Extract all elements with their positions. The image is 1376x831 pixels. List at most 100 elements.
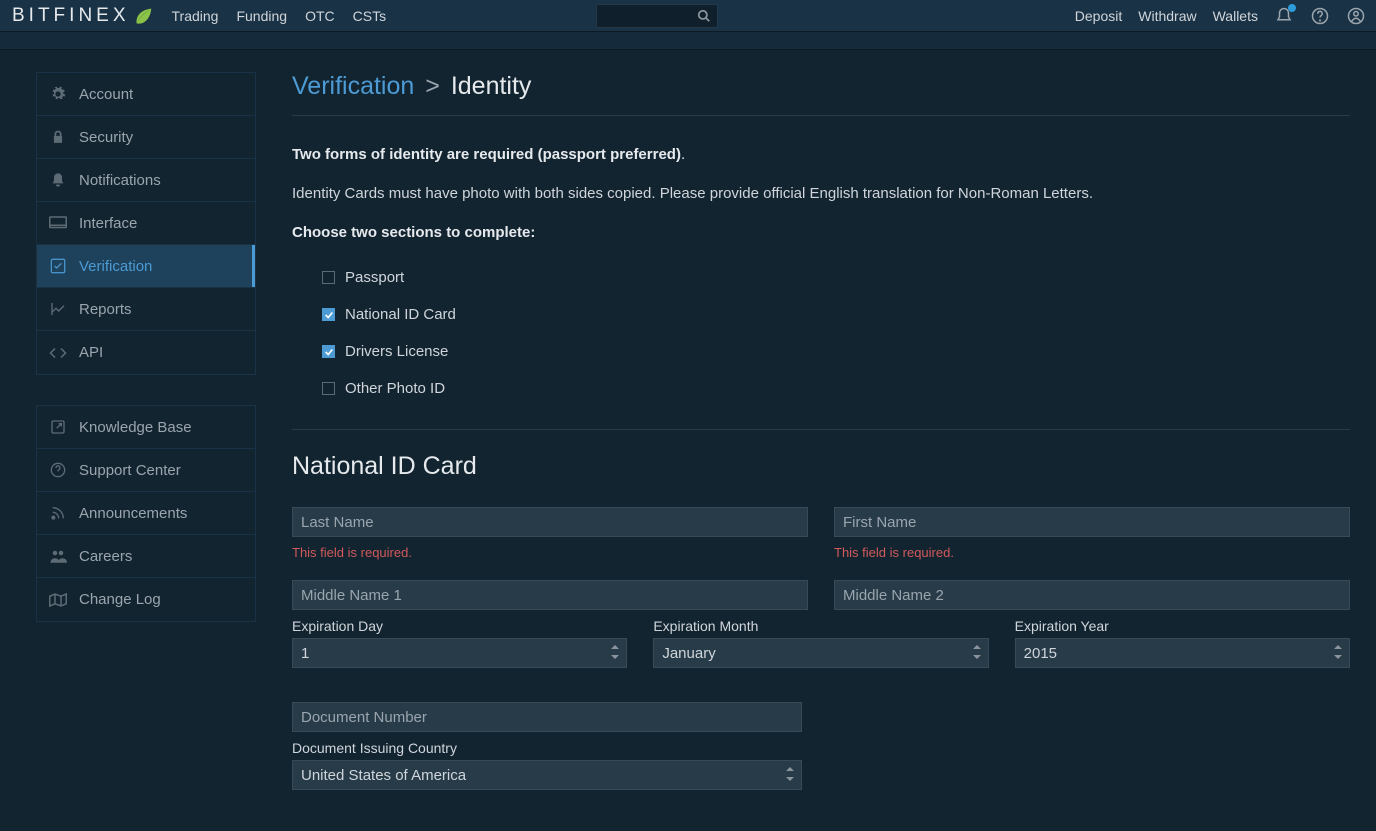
intro-required: Two forms of identity are required (pass… bbox=[292, 146, 1350, 163]
help-icon bbox=[49, 461, 67, 479]
sub-bar bbox=[0, 32, 1376, 50]
nav-deposit[interactable]: Deposit bbox=[1075, 8, 1122, 24]
sidebar-item-label: Interface bbox=[79, 215, 137, 232]
checkbox[interactable] bbox=[322, 382, 335, 395]
breadcrumb-root[interactable]: Verification bbox=[292, 72, 414, 100]
nav-withdraw[interactable]: Withdraw bbox=[1138, 8, 1196, 24]
doc-country-select[interactable]: United States of America bbox=[292, 760, 802, 790]
nav-csts[interactable]: CSTs bbox=[353, 8, 386, 24]
sidebar-item-label: Announcements bbox=[79, 505, 187, 522]
brand[interactable]: BITFINEX bbox=[12, 5, 154, 27]
sidebar-item-security[interactable]: Security bbox=[37, 116, 255, 159]
middle1-input[interactable] bbox=[292, 580, 808, 610]
field-exp-year: Expiration Year 2015 bbox=[1015, 618, 1350, 668]
expiration-row: Expiration Day 1 Expiration Month Januar… bbox=[292, 618, 1350, 668]
nav-wallets[interactable]: Wallets bbox=[1213, 8, 1258, 24]
search-icon bbox=[697, 9, 711, 23]
sidebar-item-notifications[interactable]: Notifications bbox=[37, 159, 255, 202]
nav-funding[interactable]: Funding bbox=[236, 8, 287, 24]
help-icon bbox=[1311, 7, 1329, 25]
checkbox[interactable] bbox=[322, 345, 335, 358]
sidebar-item-account[interactable]: Account bbox=[37, 73, 255, 116]
field-middle-1 bbox=[292, 580, 808, 610]
spacer bbox=[292, 668, 1350, 702]
sidebar-item-label: Verification bbox=[79, 258, 152, 275]
sidebar-item-support-center[interactable]: Support Center bbox=[37, 449, 255, 492]
sidebar-item-label: Change Log bbox=[79, 591, 161, 608]
exp-year-select[interactable]: 2015 bbox=[1015, 638, 1350, 668]
doc-country-label: Document Issuing Country bbox=[292, 740, 802, 756]
field-exp-day: Expiration Day 1 bbox=[292, 618, 627, 668]
breadcrumb: Verification > Identity bbox=[292, 72, 1350, 116]
field-doc-number bbox=[292, 702, 802, 732]
id-option-passport[interactable]: Passport bbox=[322, 259, 1350, 296]
external-link-icon bbox=[49, 418, 67, 436]
breadcrumb-separator: > bbox=[425, 72, 440, 100]
first-name-input[interactable] bbox=[834, 507, 1350, 537]
id-form: This field is required. This field is re… bbox=[292, 507, 1350, 790]
checkbox[interactable] bbox=[322, 271, 335, 284]
doc-number-input[interactable] bbox=[292, 702, 802, 732]
checkbox[interactable] bbox=[322, 308, 335, 321]
notification-dot bbox=[1288, 4, 1296, 12]
id-options-list: Passport National ID Card Drivers Licens… bbox=[292, 259, 1350, 407]
sidebar-primary: Account Security Notifications Interface… bbox=[36, 72, 256, 375]
sidebar-item-label: API bbox=[79, 344, 103, 361]
sidebar-item-careers[interactable]: Careers bbox=[37, 535, 255, 578]
top-nav: BITFINEX Trading Funding OTC CSTs Deposi… bbox=[0, 0, 1376, 32]
sidebar-item-change-log[interactable]: Change Log bbox=[37, 578, 255, 621]
sidebar-item-api[interactable]: API bbox=[37, 331, 255, 374]
help-button[interactable] bbox=[1310, 6, 1330, 26]
top-nav-links: Trading Funding OTC CSTs bbox=[172, 8, 387, 24]
sidebar-item-label: Support Center bbox=[79, 462, 181, 479]
section-divider bbox=[292, 429, 1350, 430]
id-option-label: Passport bbox=[345, 269, 404, 286]
users-icon bbox=[49, 547, 67, 565]
id-option-drivers-license[interactable]: Drivers License bbox=[322, 333, 1350, 370]
notifications-button[interactable] bbox=[1274, 6, 1294, 26]
code-icon bbox=[49, 344, 67, 362]
nav-otc[interactable]: OTC bbox=[305, 8, 335, 24]
search-box[interactable] bbox=[596, 4, 718, 28]
sidebar-item-knowledge-base[interactable]: Knowledge Base bbox=[37, 406, 255, 449]
chart-icon bbox=[49, 300, 67, 318]
lock-icon bbox=[49, 128, 67, 146]
field-doc-country: Document Issuing Country United States o… bbox=[292, 740, 802, 790]
id-option-other[interactable]: Other Photo ID bbox=[322, 370, 1350, 407]
top-nav-right: Deposit Withdraw Wallets bbox=[1075, 6, 1366, 26]
exp-day-label: Expiration Day bbox=[292, 618, 627, 634]
id-option-label: National ID Card bbox=[345, 306, 456, 323]
bell-icon bbox=[49, 171, 67, 189]
field-exp-month: Expiration Month January bbox=[653, 618, 988, 668]
monitor-icon bbox=[49, 214, 67, 232]
nav-trading[interactable]: Trading bbox=[172, 8, 219, 24]
middle2-input[interactable] bbox=[834, 580, 1350, 610]
exp-month-select[interactable]: January bbox=[653, 638, 988, 668]
check-square-icon bbox=[49, 257, 67, 275]
field-last-name: This field is required. bbox=[292, 507, 808, 580]
sidebar-item-reports[interactable]: Reports bbox=[37, 288, 255, 331]
sidebar-item-announcements[interactable]: Announcements bbox=[37, 492, 255, 535]
sidebar-item-label: Reports bbox=[79, 301, 132, 318]
page-body: Account Security Notifications Interface… bbox=[0, 50, 1376, 790]
id-option-label: Other Photo ID bbox=[345, 380, 445, 397]
sidebar-item-label: Knowledge Base bbox=[79, 419, 192, 436]
sidebar-item-label: Account bbox=[79, 86, 133, 103]
sidebar-item-verification[interactable]: Verification bbox=[37, 245, 255, 288]
last-name-input[interactable] bbox=[292, 507, 808, 537]
intro-instructions: Identity Cards must have photo with both… bbox=[292, 185, 1350, 202]
id-option-label: Drivers License bbox=[345, 343, 448, 360]
user-icon bbox=[1347, 7, 1365, 25]
exp-year-label: Expiration Year bbox=[1015, 618, 1350, 634]
field-middle-2 bbox=[834, 580, 1350, 610]
account-button[interactable] bbox=[1346, 6, 1366, 26]
section-title: National ID Card bbox=[292, 452, 1350, 481]
brand-text: BITFINEX bbox=[12, 5, 130, 27]
breadcrumb-current: Identity bbox=[451, 72, 532, 100]
field-first-name: This field is required. bbox=[834, 507, 1350, 580]
gear-icon bbox=[49, 85, 67, 103]
exp-day-select[interactable]: 1 bbox=[292, 638, 627, 668]
sidebar-item-interface[interactable]: Interface bbox=[37, 202, 255, 245]
sidebar-secondary: Knowledge Base Support Center Announceme… bbox=[36, 405, 256, 622]
id-option-national-id[interactable]: National ID Card bbox=[322, 296, 1350, 333]
